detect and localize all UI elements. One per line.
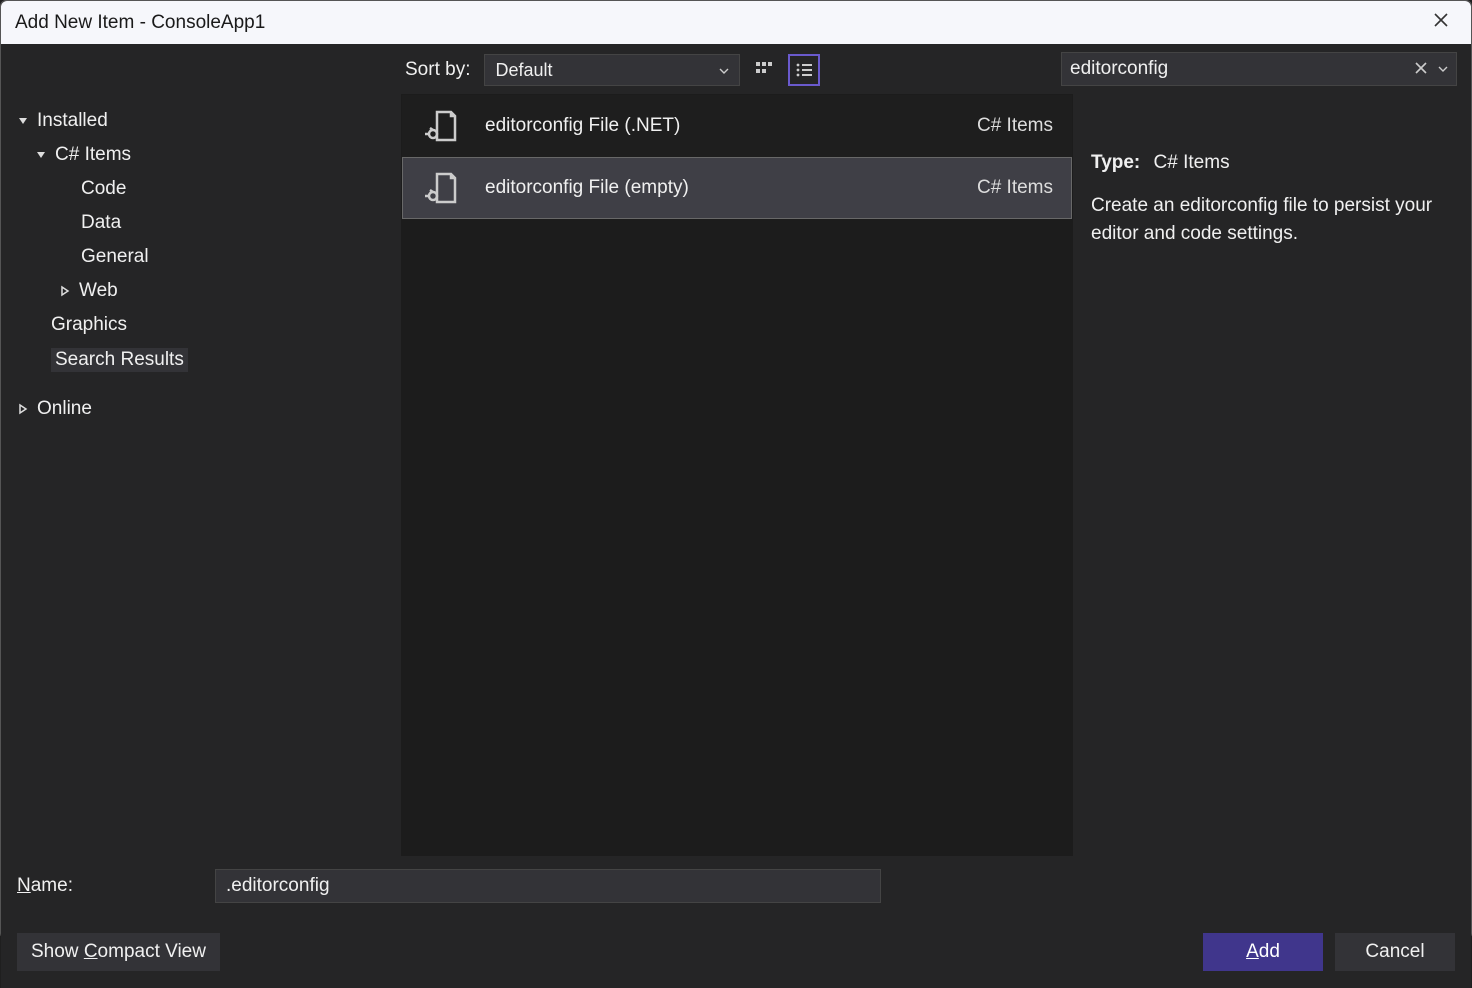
titlebar: Add New Item - ConsoleApp1 (1, 1, 1471, 44)
tree-data[interactable]: Data (1, 206, 399, 240)
details-panel: Type: C# Items Create an editorconfig fi… (1075, 94, 1471, 856)
name-row: Name: (1, 856, 1471, 916)
item-category: C# Items (977, 177, 1053, 199)
tree-web[interactable]: Web (1, 274, 399, 308)
search-box[interactable] (1061, 52, 1457, 86)
view-grid-button[interactable] (748, 54, 780, 86)
tree-online[interactable]: Online (1, 392, 399, 426)
sort-select[interactable]: Default (484, 54, 740, 86)
sort-value: Default (495, 60, 552, 81)
bottom-row: Show Compact View Add Cancel (1, 916, 1471, 988)
tree-label: Code (81, 178, 126, 200)
name-label: Name: (17, 875, 215, 897)
clear-search-icon[interactable] (1408, 59, 1434, 80)
tree-label: Online (37, 398, 92, 420)
list-item[interactable]: editorconfig File (empty) C# Items (402, 157, 1072, 219)
type-value: C# Items (1154, 152, 1230, 173)
tree-code[interactable]: Code (1, 172, 399, 206)
chevron-down-icon (719, 60, 729, 81)
arrow-right-icon (15, 401, 31, 417)
item-category: C# Items (977, 115, 1053, 137)
tree-graphics[interactable]: Graphics (1, 308, 399, 342)
sort-by-label: Sort by: (405, 59, 470, 81)
toolbar: Sort by: Default (399, 44, 1061, 94)
tree-label: Data (81, 212, 121, 234)
config-file-icon (415, 106, 467, 146)
item-name: editorconfig File (empty) (467, 177, 977, 199)
sidebar: Installed C# Items Code Data General Web… (1, 94, 399, 856)
view-list-button[interactable] (788, 54, 820, 86)
list-item[interactable]: editorconfig File (.NET) C# Items (402, 95, 1072, 157)
arrow-right-icon (57, 283, 73, 299)
tree-csharp-items[interactable]: C# Items (1, 138, 399, 172)
search-input[interactable] (1070, 58, 1408, 80)
search-dropdown-icon[interactable] (1434, 58, 1448, 80)
arrow-down-icon (15, 113, 31, 129)
tree-label: Web (79, 280, 118, 302)
tree-label: General (81, 246, 149, 268)
name-input[interactable] (215, 869, 881, 903)
tree-label: Search Results (51, 348, 188, 372)
type-label: Type: (1091, 152, 1140, 173)
window-title: Add New Item - ConsoleApp1 (15, 12, 265, 34)
close-icon[interactable] (1425, 7, 1457, 38)
details-description: Create an editorconfig file to persist y… (1091, 192, 1455, 247)
tree-general[interactable]: General (1, 240, 399, 274)
center-panel: editorconfig File (.NET) C# Items editor… (399, 94, 1075, 856)
details-type-row: Type: C# Items (1091, 152, 1455, 174)
item-name: editorconfig File (.NET) (467, 115, 977, 137)
top-row: Sort by: Default (1, 44, 1471, 94)
tree-label: Installed (37, 110, 108, 132)
template-list: editorconfig File (.NET) C# Items editor… (401, 94, 1073, 856)
config-file-icon (415, 168, 467, 208)
tree-label: Graphics (51, 314, 127, 336)
tree-label: C# Items (55, 144, 131, 166)
arrow-down-icon (33, 147, 49, 163)
tree-installed[interactable]: Installed (1, 104, 399, 138)
tree-search-results[interactable]: Search Results (1, 342, 399, 378)
